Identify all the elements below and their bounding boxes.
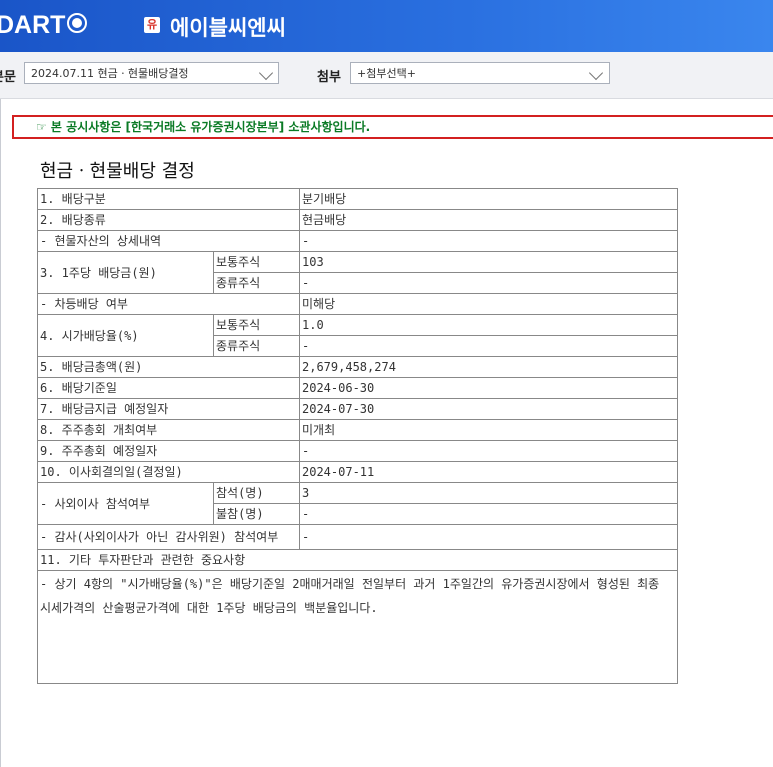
- row-value: -: [299, 272, 678, 294]
- company-name: 에이블씨엔씨: [170, 16, 286, 40]
- doc-select[interactable]: 2024.07.11 현금ㆍ현물배당결정: [24, 62, 279, 84]
- row-value: 103: [299, 251, 678, 273]
- row-value: -: [299, 230, 678, 252]
- table-row: - 상기 4항의 "시가배당율(%)"은 배당기준일 2매매거래일 전일부터 과…: [37, 570, 678, 684]
- table-row: - 현물자산의 상세내역 -: [37, 230, 678, 252]
- row-label: 3. 1주당 배당금(원): [37, 251, 214, 294]
- dart-logo-mark-icon: [67, 13, 88, 33]
- row-label: 4. 시가배당율(%): [37, 314, 214, 357]
- row-label: 8. 주주총회 개최여부: [37, 419, 300, 441]
- table-row: - 사외이사 참석여부 참석(명) 3: [37, 482, 678, 525]
- chevron-down-icon: [588, 65, 604, 81]
- row-value: -: [299, 440, 678, 462]
- row-sublabel: 보통주식: [213, 251, 300, 273]
- row-value: 미해당: [299, 293, 678, 315]
- chevron-down-icon: [258, 65, 274, 81]
- row-sublabel: 불참(명): [213, 503, 300, 525]
- row-label: 1. 배당구분: [37, 188, 300, 210]
- document-selector-bar: 본문 2024.07.11 현금ㆍ현물배당결정 첨부 +첨부선택+: [0, 52, 773, 99]
- row-label: 5. 배당금총액(원): [37, 356, 300, 378]
- table-row: 7. 배당금지급 예정일자 2024-07-30: [37, 398, 678, 420]
- row-label: - 현물자산의 상세내역: [37, 230, 300, 252]
- table-row: - 감사(사외이사가 아닌 감사위원) 참석여부 -: [37, 524, 678, 550]
- row-label: - 사외이사 참석여부: [37, 482, 214, 525]
- row-sublabel: 참석(명): [213, 482, 300, 504]
- table-row: 4. 시가배당율(%) 보통주식 1.0: [37, 314, 678, 357]
- table-row: 1. 배당구분 분기배당: [37, 188, 678, 210]
- row-sublabel: 종류주식: [213, 272, 300, 294]
- table-row: 6. 배당기준일 2024-06-30: [37, 377, 678, 399]
- row-value: 3: [299, 482, 678, 504]
- row-value: 미개최: [299, 419, 678, 441]
- table-row: 9. 주주총회 예정일자 -: [37, 440, 678, 462]
- row-label: 2. 배당종류: [37, 209, 300, 231]
- row-value: 2024-07-11: [299, 461, 678, 483]
- table-row: 3. 1주당 배당금(원) 보통주식 103: [37, 251, 678, 294]
- row-label: 11. 기타 투자판단과 관련한 중요사항: [37, 549, 678, 571]
- row-value: 2,679,458,274: [299, 356, 678, 378]
- attach-select[interactable]: +첨부선택+: [350, 62, 610, 84]
- table-row: 5. 배당금총액(원) 2,679,458,274: [37, 356, 678, 378]
- doc-select-label: 본문: [0, 70, 16, 85]
- row-value: 1.0: [299, 314, 678, 336]
- market-badge: 유: [144, 17, 160, 33]
- top-header: DART 유 에이블씨엔씨: [0, 0, 773, 52]
- row-value: 분기배당: [299, 188, 678, 210]
- dart-logo[interactable]: DART: [0, 11, 88, 40]
- doc-select-value: 2024.07.11 현금ㆍ현물배당결정: [31, 67, 189, 80]
- row-label: - 차등배당 여부: [37, 293, 300, 315]
- row-value: 2024-06-30: [299, 377, 678, 399]
- table-row: 10. 이사회결의일(결정일) 2024-07-11: [37, 461, 678, 483]
- dividend-table: 1. 배당구분 분기배당 2. 배당종류 현금배당 - 현물자산의 상세내역 - 3.…: [37, 188, 678, 684]
- table-row: 8. 주주총회 개최여부 미개최: [37, 419, 678, 441]
- row-sublabel: 종류주식: [213, 335, 300, 357]
- notice-banner: ☞ 본 공시사항은 [한국거래소 유가증권시장본부] 소관사항입니다.: [12, 115, 773, 139]
- row-value: -: [299, 524, 678, 550]
- table-row: 2. 배당종류 현금배당: [37, 209, 678, 231]
- row-value: 현금배당: [299, 209, 678, 231]
- row-label: 7. 배당금지급 예정일자: [37, 398, 300, 420]
- attach-select-label: 첨부: [317, 70, 341, 85]
- row-label: 9. 주주총회 예정일자: [37, 440, 300, 462]
- row-value: -: [299, 503, 678, 525]
- document-title: 현금ㆍ현물배당 결정: [40, 161, 195, 182]
- row-note: - 상기 4항의 "시가배당율(%)"은 배당기준일 2매매거래일 전일부터 과…: [37, 570, 678, 684]
- row-label: 6. 배당기준일: [37, 377, 300, 399]
- left-border: [0, 99, 1, 767]
- table-row: - 차등배당 여부 미해당: [37, 293, 678, 315]
- row-value: 2024-07-30: [299, 398, 678, 420]
- row-label: 10. 이사회결의일(결정일): [37, 461, 300, 483]
- table-row: 11. 기타 투자판단과 관련한 중요사항: [37, 549, 678, 571]
- attach-select-value: +첨부선택+: [357, 67, 416, 80]
- row-label: - 감사(사외이사가 아닌 감사위원) 참석여부: [37, 524, 300, 550]
- row-value: -: [299, 335, 678, 357]
- row-sublabel: 보통주식: [213, 314, 300, 336]
